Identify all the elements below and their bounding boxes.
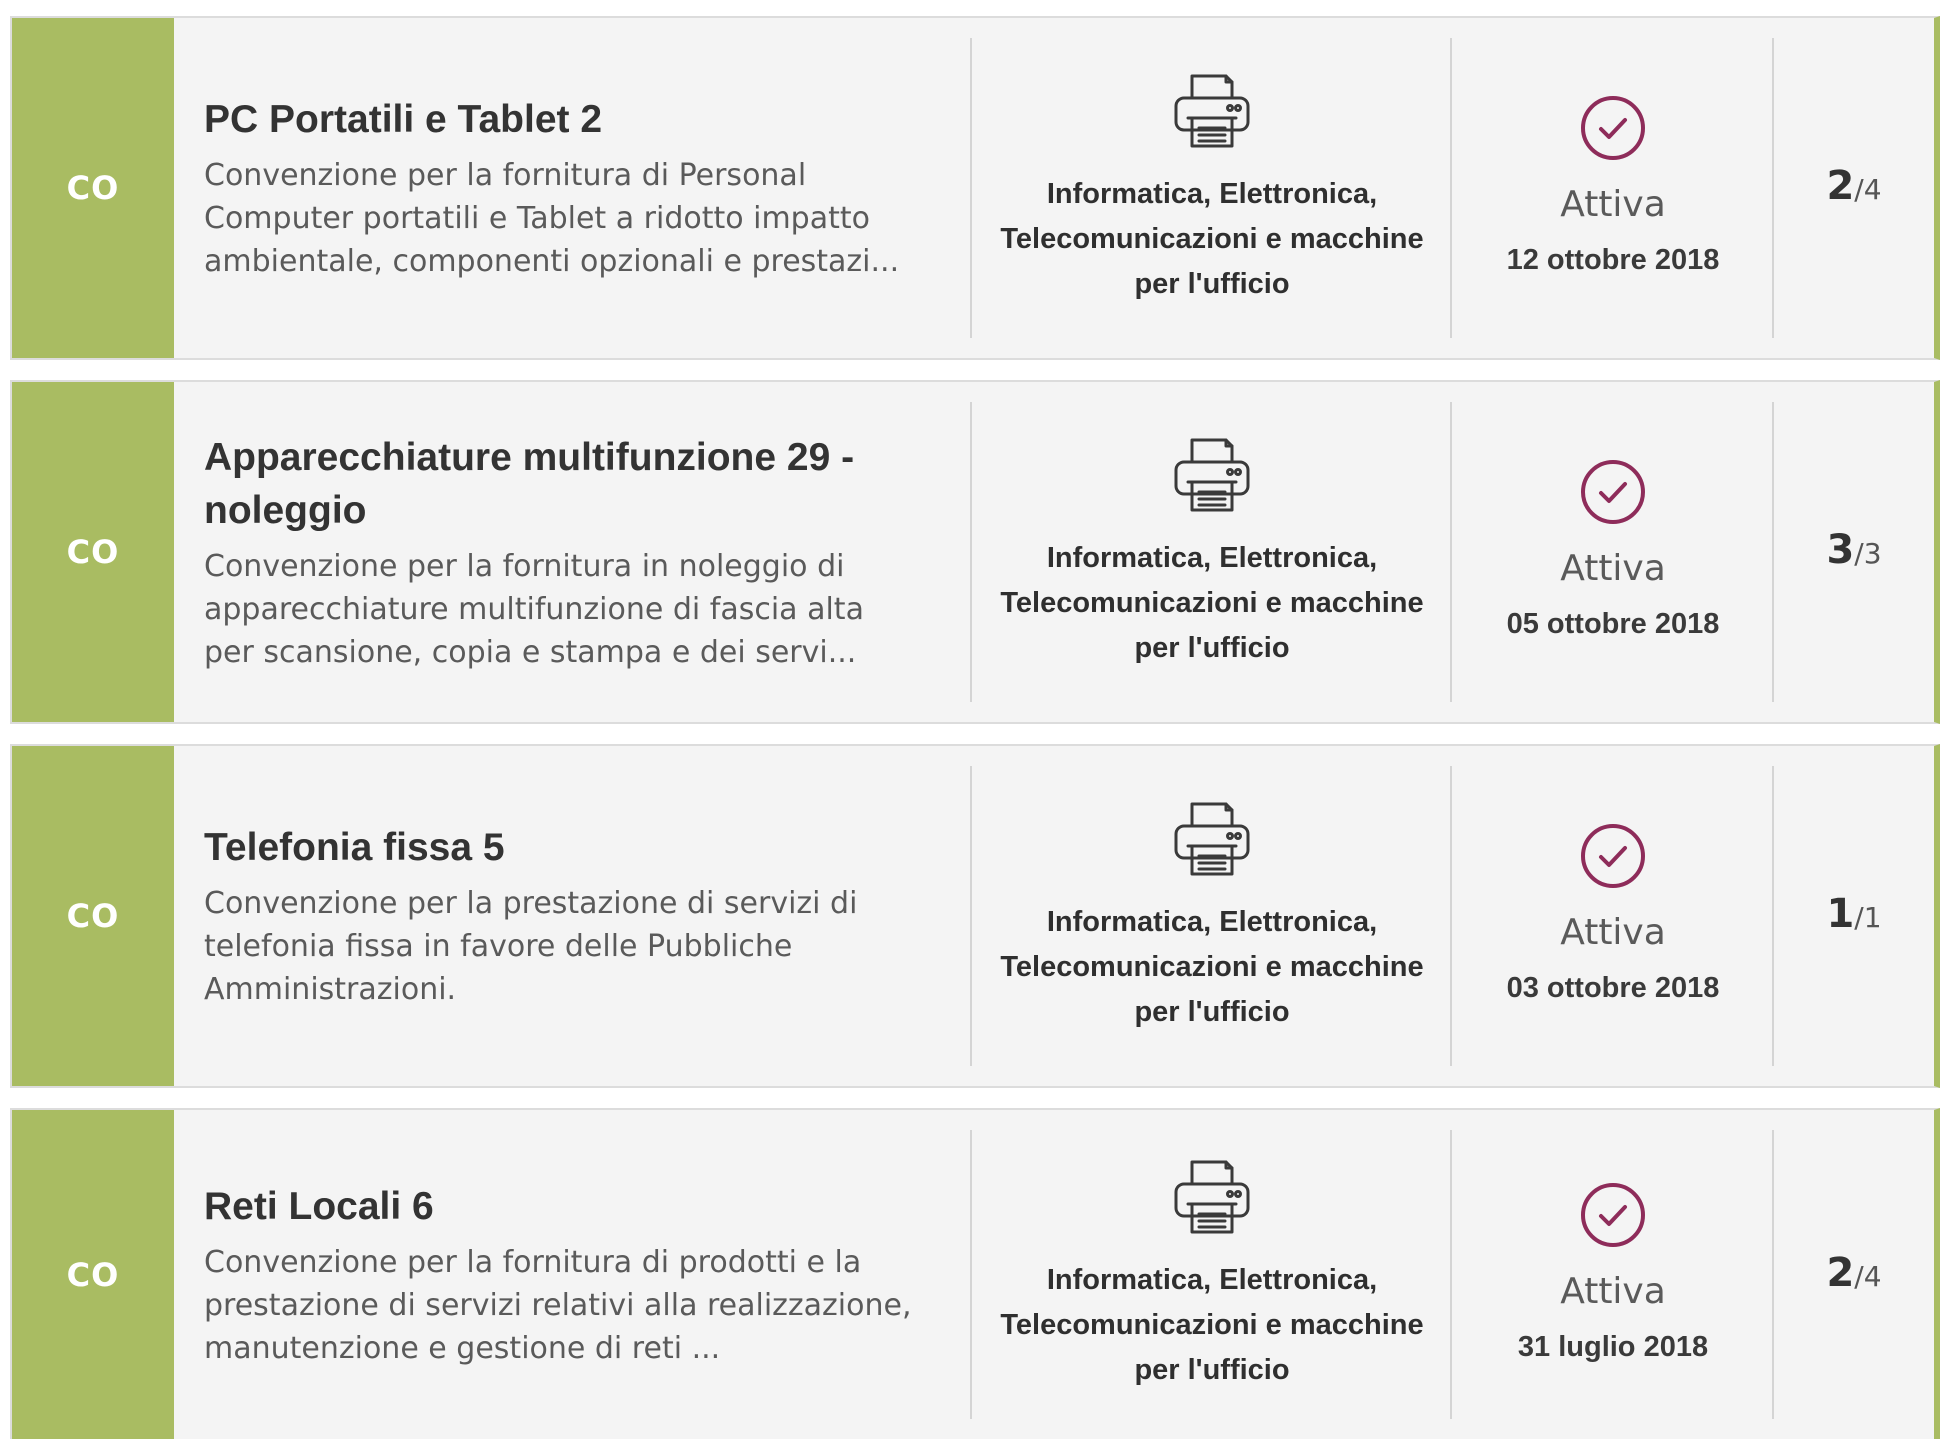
- status-section: Attiva 05 ottobre 2018: [1452, 382, 1774, 722]
- status-label: Attiva: [1560, 548, 1666, 589]
- card-description: Convenzione per la fornitura di Personal…: [204, 158, 900, 279]
- initiative-card[interactable]: CO Reti Locali 6 Convenzione per la forn…: [10, 1108, 1940, 1439]
- card-title[interactable]: Reti Locali 6: [204, 1180, 922, 1233]
- lots-count: 2/4: [1826, 1250, 1881, 1296]
- category-section: Informatica, Elettronica, Telecomunicazi…: [972, 382, 1452, 722]
- type-badge: CO: [12, 18, 174, 358]
- lots-active: 1: [1826, 891, 1855, 937]
- card-description: Convenzione per la fornitura in noleggio…: [204, 548, 864, 670]
- printer-icon: [1174, 74, 1250, 147]
- lots-section: 2/4: [1774, 1110, 1934, 1439]
- lots-section: 3/3: [1774, 382, 1934, 722]
- type-badge: CO: [12, 746, 174, 1086]
- lots-count: 1/1: [1826, 891, 1881, 937]
- category-label: Informatica, Elettronica, Telecomunicazi…: [1000, 177, 1424, 300]
- lots-separator: /: [1854, 173, 1864, 206]
- check-circle-icon: [1581, 460, 1645, 524]
- status-date: 05 ottobre 2018: [1506, 608, 1720, 640]
- lots-separator: /: [1854, 537, 1864, 570]
- status-date: 31 luglio 2018: [1517, 1330, 1709, 1363]
- status-label: Attiva: [1560, 184, 1666, 225]
- card-description: Convenzione per la fornitura di prodotti…: [204, 1244, 912, 1366]
- initiative-card[interactable]: CO Apparecchiature multifunzione 29 - no…: [10, 380, 1940, 724]
- status-date: 03 ottobre 2018: [1506, 972, 1720, 1004]
- lots-section: 1/1: [1774, 746, 1934, 1086]
- check-circle-icon: [1581, 824, 1645, 888]
- printer-icon: [1174, 802, 1250, 875]
- lots-total: 1: [1863, 901, 1882, 934]
- lots-total: 4: [1863, 1259, 1882, 1293]
- description-section: Telefonia fissa 5 Convenzione per la pre…: [174, 746, 972, 1086]
- printer-icon: [1174, 438, 1250, 511]
- description-section: PC Portatili e Tablet 2 Convenzione per …: [174, 18, 972, 358]
- status-label: Attiva: [1560, 912, 1666, 953]
- check-circle-icon: [1581, 1182, 1645, 1247]
- card-description: Convenzione per la prestazione di serviz…: [204, 886, 858, 1007]
- category-label: Informatica, Elettronica, Telecomunicazi…: [1000, 905, 1424, 1028]
- lots-count: 2/4: [1826, 163, 1881, 209]
- card-title[interactable]: Apparecchiature multifunzione 29 - noleg…: [204, 431, 922, 537]
- lots-active: 3: [1826, 527, 1855, 573]
- status-section: Attiva 31 luglio 2018: [1452, 1110, 1774, 1439]
- category-section: Informatica, Elettronica, Telecomunicazi…: [972, 746, 1452, 1086]
- card-title[interactable]: PC Portatili e Tablet 2: [204, 93, 922, 146]
- lots-total: 3: [1863, 537, 1882, 570]
- card-title[interactable]: Telefonia fissa 5: [204, 821, 922, 874]
- initiative-card[interactable]: CO PC Portatili e Tablet 2 Convenzione p…: [10, 16, 1940, 360]
- category-section: Informatica, Elettronica, Telecomunicazi…: [972, 18, 1452, 358]
- type-badge: CO: [12, 382, 174, 722]
- lots-count: 3/3: [1826, 527, 1881, 573]
- description-section: Reti Locali 6 Convenzione per la fornitu…: [174, 1110, 972, 1439]
- status-date: 12 ottobre 2018: [1506, 244, 1720, 276]
- initiative-card[interactable]: CO Telefonia fissa 5 Convenzione per la …: [10, 744, 1940, 1088]
- category-label: Informatica, Elettronica, Telecomunicazi…: [1000, 1264, 1424, 1386]
- lots-separator: /: [1854, 901, 1864, 934]
- lots-separator: /: [1854, 1259, 1864, 1293]
- lots-section: 2/4: [1774, 18, 1934, 358]
- category-label: Informatica, Elettronica, Telecomunicazi…: [1000, 541, 1424, 664]
- status-section: Attiva 03 ottobre 2018: [1452, 746, 1774, 1086]
- type-badge: CO: [12, 1110, 174, 1439]
- description-section: Apparecchiature multifunzione 29 - noleg…: [174, 382, 972, 722]
- status-label: Attiva: [1560, 1270, 1666, 1312]
- category-section: Informatica, Elettronica, Telecomunicazi…: [972, 1110, 1452, 1439]
- printer-icon: [1174, 1160, 1250, 1234]
- lots-active: 2: [1826, 163, 1855, 209]
- lots-total: 4: [1863, 173, 1882, 206]
- lots-active: 2: [1826, 1249, 1855, 1296]
- check-circle-icon: [1581, 96, 1645, 160]
- status-section: Attiva 12 ottobre 2018: [1452, 18, 1774, 358]
